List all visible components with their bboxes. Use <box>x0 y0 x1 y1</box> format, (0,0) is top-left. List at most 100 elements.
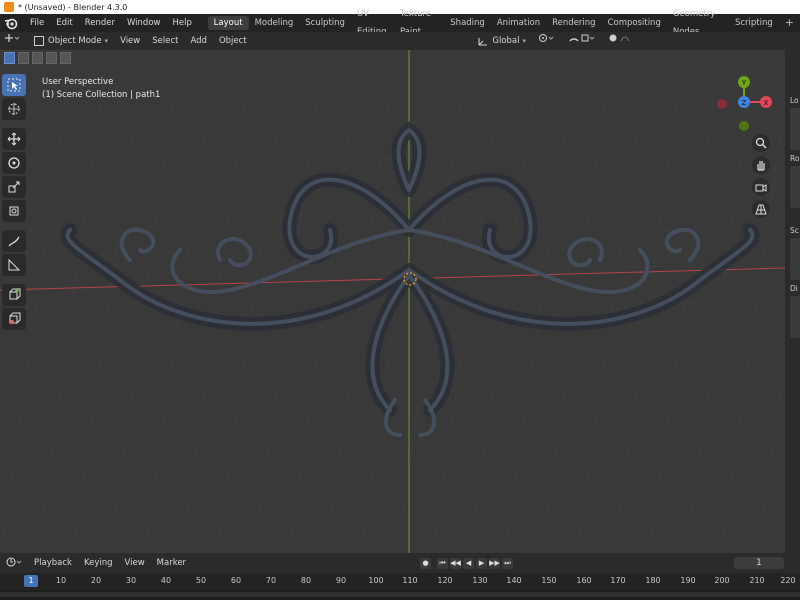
pan-button[interactable] <box>752 156 770 174</box>
camera-view-button[interactable] <box>752 178 770 196</box>
tool-transform[interactable] <box>2 200 26 222</box>
tab-rendering[interactable]: Rendering <box>546 14 601 32</box>
jump-to-end-icon[interactable]: ⏭ <box>502 557 514 569</box>
menu-add[interactable]: Add <box>184 32 212 50</box>
tool-select-box[interactable] <box>2 74 26 96</box>
playhead-frame-indicator[interactable]: 1 <box>24 575 38 587</box>
timeline-menu-playback[interactable]: Playback <box>28 558 78 568</box>
viewport-nav-buttons <box>752 134 776 222</box>
tab-shading[interactable]: Shading <box>444 14 491 32</box>
scale-fields[interactable] <box>790 238 800 280</box>
ruler-tick: 200 <box>714 576 730 585</box>
select-mode-invert-icon[interactable] <box>46 52 57 64</box>
timeline-scrollbar-area <box>0 590 800 600</box>
select-mode-extend-icon[interactable] <box>18 52 29 64</box>
timeline-editor-type-icon[interactable] <box>0 557 28 570</box>
timeline-ruler[interactable]: 1 10 20 30 40 50 60 70 80 90 100 110 120… <box>0 573 800 590</box>
tab-scripting[interactable]: Scripting <box>729 14 779 32</box>
jump-to-start-icon[interactable]: ⏮ <box>437 557 449 569</box>
blender-logo-icon[interactable] <box>4 16 18 30</box>
object-mode-icon <box>34 36 44 46</box>
tool-shelf <box>2 72 30 332</box>
window-title: * (Unsaved) - Blender 4.3.0 <box>18 2 128 12</box>
sidebar-dimensions-label: Di <box>790 284 798 293</box>
add-workspace-button[interactable]: + <box>779 14 800 32</box>
menu-edit[interactable]: Edit <box>50 14 78 32</box>
ruler-tick: 70 <box>265 576 277 585</box>
location-fields[interactable] <box>790 108 800 150</box>
zoom-button[interactable] <box>752 134 770 152</box>
mode-selector[interactable]: Object Mode ▾ <box>28 32 114 50</box>
proportional-editing-button[interactable] <box>602 32 640 50</box>
snap-button[interactable] <box>562 32 602 50</box>
ruler-tick: 130 <box>472 576 488 585</box>
select-mode-new-icon[interactable] <box>4 52 15 64</box>
transform-orientation-selector[interactable]: Global ▾ <box>471 32 532 50</box>
tool-measure[interactable] <box>2 254 26 276</box>
tab-animation[interactable]: Animation <box>491 14 546 32</box>
proportional-editing-icon <box>609 34 630 42</box>
select-mode-intersect-icon[interactable] <box>60 52 71 64</box>
ruler-tick: 190 <box>680 576 696 585</box>
annotate-pencil-icon <box>8 236 20 247</box>
rotation-fields[interactable] <box>790 166 800 208</box>
play-reverse-icon[interactable]: ◀ <box>463 557 475 569</box>
timeline-menu-view[interactable]: View <box>119 558 151 568</box>
current-frame-field[interactable]: 1 <box>734 557 784 569</box>
jump-to-keyframe-prev-icon[interactable]: ◀◀ <box>450 557 462 569</box>
menu-file[interactable]: File <box>24 14 50 32</box>
orientation-axes-icon <box>478 38 488 46</box>
pivot-point-button[interactable] <box>532 32 562 50</box>
ruler-tick: 10 <box>55 576 67 585</box>
tool-move[interactable] <box>2 128 26 150</box>
tool-rotate[interactable] <box>2 152 26 174</box>
auto-keying-record-icon[interactable]: ● <box>420 557 432 569</box>
3d-viewport[interactable]: Y X Z <box>0 50 785 553</box>
ruler-tick: 90 <box>335 576 347 585</box>
menu-view[interactable]: View <box>114 32 146 50</box>
tab-modeling[interactable]: Modeling <box>249 14 300 32</box>
gizmo-z-label: Z <box>742 99 747 107</box>
menu-window[interactable]: Window <box>121 14 167 32</box>
tab-layout[interactable]: Layout <box>207 16 249 30</box>
timeline-header: Playback Keying View Marker ● ⏮ ◀◀ ◀ ▶ ▶… <box>0 553 800 573</box>
menu-object[interactable]: Object <box>213 32 253 50</box>
ruler-tick: 170 <box>610 576 626 585</box>
viewport-info-overlay: User Perspective (1) Scene Collection | … <box>42 76 160 102</box>
tool-cursor[interactable] <box>2 98 26 120</box>
snap-icon <box>569 34 595 42</box>
ruler-tick: 20 <box>90 576 102 585</box>
tool-scale[interactable] <box>2 176 26 198</box>
play-icon[interactable]: ▶ <box>476 557 488 569</box>
selection-mode-bar <box>0 50 74 66</box>
menu-help[interactable]: Help <box>166 14 197 32</box>
jump-to-keyframe-next-icon[interactable]: ▶▶ <box>489 557 501 569</box>
tool-annotate[interactable] <box>2 230 26 252</box>
ruler-tick: 150 <box>541 576 557 585</box>
timeline-menu-marker[interactable]: Marker <box>151 558 192 568</box>
editor-type-icon[interactable] <box>0 32 24 50</box>
tool-annotate-object[interactable] <box>2 308 26 330</box>
menu-render[interactable]: Render <box>79 14 121 32</box>
viewport-header: Object Mode ▾ View Select Add Object Glo… <box>0 32 800 50</box>
ruler-tick: 110 <box>402 576 418 585</box>
select-mode-subtract-icon[interactable] <box>32 52 43 64</box>
sidebar-rotation-label: Ro <box>790 154 800 163</box>
timeline-menu-keying[interactable]: Keying <box>78 558 119 568</box>
tab-sculpting[interactable]: Sculpting <box>299 14 351 32</box>
navigation-gizmo[interactable]: Y X Z <box>710 70 780 140</box>
perspective-toggle-button[interactable] <box>752 200 770 218</box>
gizmo-x-label: X <box>764 99 769 107</box>
zoom-magnifier-icon <box>755 137 767 149</box>
tool-add-cube[interactable] <box>2 284 26 306</box>
ruler-tick: 180 <box>645 576 661 585</box>
gizmo-neg-y-icon[interactable] <box>739 121 749 131</box>
cursor-arrow-icon <box>7 78 21 92</box>
ruler-tick: 220 <box>780 576 796 585</box>
tab-compositing[interactable]: Compositing <box>602 14 667 32</box>
ruler-tick: 30 <box>125 576 137 585</box>
menu-select[interactable]: Select <box>146 32 184 50</box>
timeline-scrollbar[interactable] <box>0 592 800 597</box>
dimensions-fields[interactable] <box>790 296 800 338</box>
gizmo-neg-x-icon[interactable] <box>717 99 727 109</box>
